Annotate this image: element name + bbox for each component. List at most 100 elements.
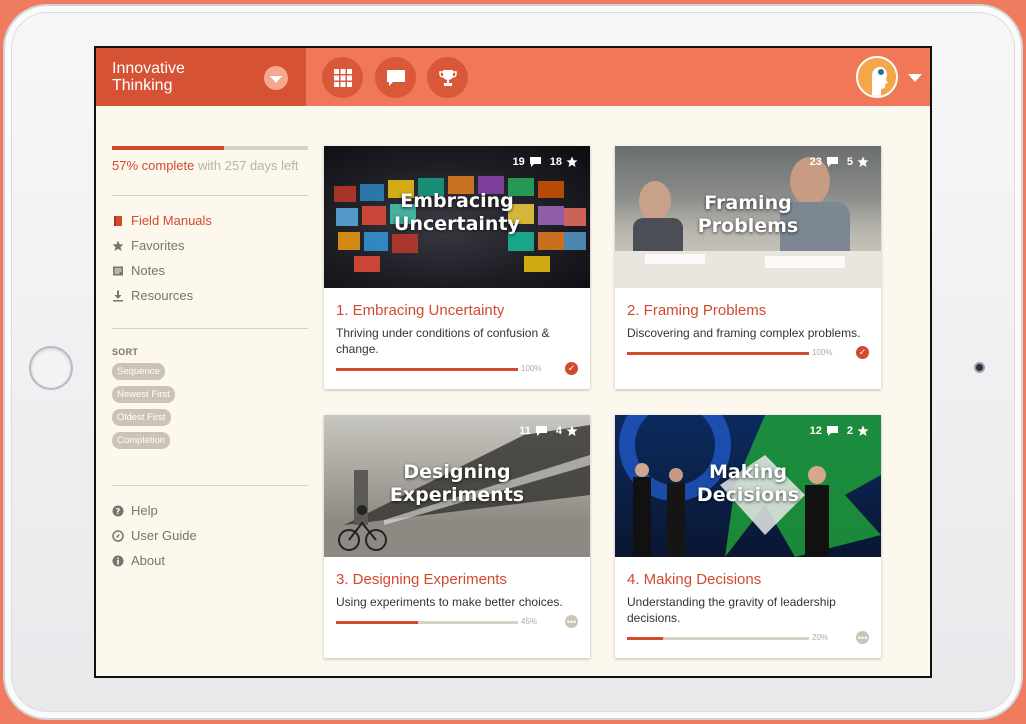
info-icon	[112, 555, 124, 566]
compass-icon	[112, 529, 124, 542]
card-title: 3. Designing Experiments	[336, 571, 507, 588]
favorite-count: 2	[846, 425, 853, 437]
overall-progress-fill	[112, 146, 224, 150]
comment-count: 23	[809, 156, 822, 168]
overall-progress-bar	[112, 146, 308, 150]
sidebar-item-label: Help	[131, 503, 158, 518]
card-progress-fill	[336, 621, 418, 624]
sidebar-item-label: Notes	[131, 263, 165, 278]
card-stats: 11 4	[519, 425, 578, 437]
card-progress-fill	[627, 352, 809, 355]
field-manual-card[interactable]: 12 2 Making Decisions 4. Making Decision…	[615, 415, 881, 658]
app-title: Innovative Thinking	[112, 60, 185, 94]
check-circle-icon: ✓	[856, 346, 869, 359]
divider	[112, 195, 308, 196]
sort-newest-first-chip[interactable]: Newest First	[112, 386, 175, 403]
comment-icon	[826, 426, 838, 436]
chevron-down-icon[interactable]	[264, 66, 288, 90]
more-options-icon[interactable]: •••	[565, 615, 578, 628]
card-title: 1. Embracing Uncertainty	[336, 302, 505, 319]
chat-bubble-icon	[386, 69, 405, 86]
chevron-down-icon[interactable]	[908, 74, 922, 82]
sort-label: SORT	[112, 347, 139, 357]
card-description: Understanding the gravity of leadership …	[627, 595, 836, 625]
card-image: 19 18 Embracing Uncertainty	[324, 146, 590, 288]
sidebar-item-label: Favorites	[131, 238, 185, 253]
sidebar-item-label: Resources	[131, 288, 194, 303]
field-manual-card[interactable]: 23 5 Framing Problems 2. Framing Problem…	[615, 146, 881, 389]
star-icon	[857, 425, 869, 436]
sidebar-item-resources[interactable]: Resources	[112, 283, 308, 308]
question-icon: ?	[112, 505, 124, 516]
progress-remaining: with 257 days left	[194, 158, 299, 173]
home-button[interactable]	[29, 346, 73, 390]
card-title: 4. Making Decisions	[627, 571, 762, 588]
card-stats: 23 5	[810, 156, 869, 168]
comment-icon	[535, 426, 547, 436]
app-brand[interactable]: Innovative Thinking	[96, 48, 306, 106]
card-progress-bar	[336, 368, 518, 371]
star-icon	[566, 425, 578, 436]
card-image-title: Embracing Uncertainty	[394, 190, 520, 235]
sort-completion-chip[interactable]: Completion	[112, 432, 171, 449]
check-circle-icon: ✓	[565, 362, 578, 375]
notes-icon	[113, 266, 123, 275]
sidebar-item-favorites[interactable]: Favorites	[112, 233, 308, 258]
card-description: Thriving under conditions of confusion &…	[336, 326, 550, 356]
card-progress-text: 100%	[521, 364, 542, 373]
divider	[112, 485, 308, 486]
front-camera	[974, 362, 985, 373]
download-icon	[113, 290, 123, 301]
card-image-title: Designing Experiments	[389, 461, 525, 506]
favorite-count: 5	[846, 156, 853, 168]
sidebar-item-help[interactable]: ? Help	[112, 498, 308, 523]
help-menu: ? Help User Guide About	[112, 498, 308, 573]
card-progress-bar	[336, 621, 518, 624]
comment-count: 19	[512, 156, 525, 168]
field-manual-card[interactable]: 19 18 Embracing Uncertainty 1. Embracing…	[324, 146, 590, 389]
trophy-icon	[438, 69, 457, 86]
divider	[112, 328, 308, 329]
card-stats: 12 2	[810, 425, 869, 437]
progress-percent: 57% complete	[112, 158, 195, 173]
achievements-button[interactable]	[427, 57, 468, 98]
comment-count: 11	[519, 425, 531, 437]
card-image: 11 4 Designing Experiments	[324, 415, 590, 557]
main-menu: Field Manuals Favorites Notes Resources	[112, 208, 308, 308]
sidebar-item-notes[interactable]: Notes	[112, 258, 308, 283]
card-title: 2. Framing Problems	[627, 302, 767, 319]
favorite-count: 18	[549, 156, 562, 168]
top-bar: Innovative Thinking	[96, 48, 930, 106]
sort-oldest-first-chip[interactable]: Oldest First	[112, 409, 171, 426]
card-progress-fill	[336, 368, 518, 371]
sidebar-item-label: About	[131, 553, 165, 568]
comment-count: 12	[809, 425, 822, 437]
sidebar-item-label: Field Manuals	[131, 213, 212, 228]
more-options-icon[interactable]: •••	[856, 631, 869, 644]
card-progress-bar	[627, 352, 809, 355]
discussions-button[interactable]	[375, 57, 416, 98]
book-icon	[114, 215, 122, 226]
sidebar-item-user-guide[interactable]: User Guide	[112, 523, 308, 548]
comment-icon	[529, 157, 541, 167]
sidebar-item-field-manuals[interactable]: Field Manuals	[112, 208, 308, 233]
card-image-title: Making Decisions	[696, 461, 800, 506]
card-image: 12 2 Making Decisions	[615, 415, 881, 557]
grid-icon	[333, 68, 352, 87]
card-stats: 19 18	[513, 156, 579, 168]
card-description: Discovering and framing complex problems…	[627, 326, 861, 340]
sort-section: SORT Sequence Newest First Oldest First …	[112, 347, 308, 449]
grid-view-button[interactable]	[322, 57, 363, 98]
progress-summary: 57% complete with 257 days left	[112, 158, 308, 173]
card-progress-bar	[627, 637, 809, 640]
user-avatar-icon	[858, 58, 896, 96]
card-image: 23 5 Framing Problems	[615, 146, 881, 288]
svg-text:?: ?	[116, 507, 121, 516]
avatar[interactable]	[856, 56, 898, 98]
sidebar-item-about[interactable]: About	[112, 548, 308, 573]
field-manual-card[interactable]: 11 4 Designing Experiments 3. Designing …	[324, 415, 590, 658]
card-progress-fill	[627, 637, 664, 640]
sort-sequence-chip[interactable]: Sequence	[112, 363, 165, 380]
sidebar: 57% complete with 257 days left Field Ma…	[112, 146, 308, 573]
app-screen: Innovative Thinking 57% complete with 25…	[94, 46, 932, 678]
